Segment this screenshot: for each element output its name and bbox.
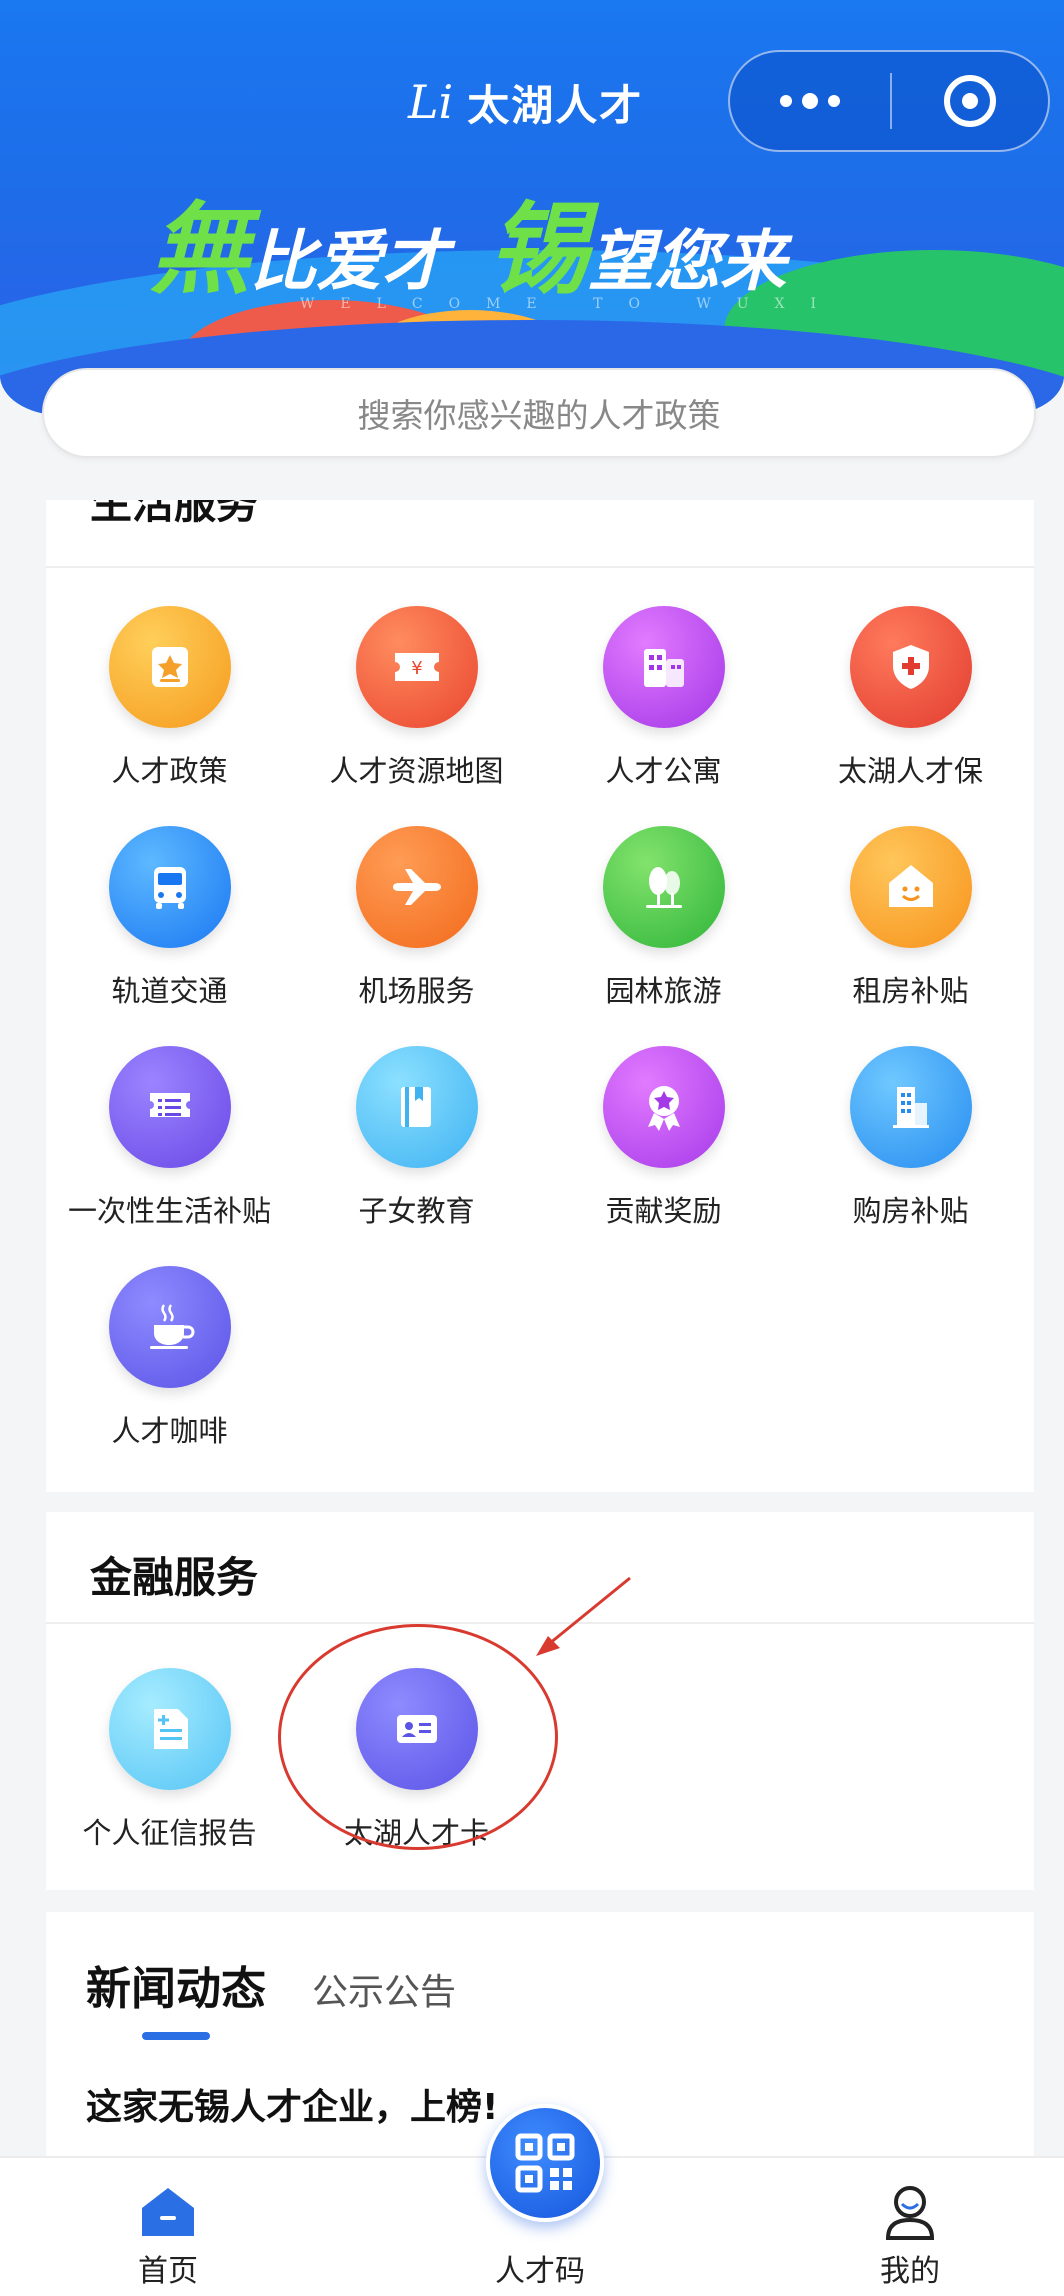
service-label: 园林旅游 [605,974,722,1008]
annotation-arrow-icon [536,1576,631,1656]
slogan-part-4: 望您来 [588,222,786,300]
service-label: 人才资源地图 [329,754,504,788]
service-label: 机场服务 [358,974,475,1008]
home-icon [142,2188,194,2236]
app-title: 太湖人才 [467,80,644,130]
service-airport[interactable]: 机场服务 [293,826,540,1016]
service-label: 购房补贴 [852,1194,969,1228]
miniprogram-capsule [728,50,1050,152]
qr-code-icon [515,2133,575,2193]
close-miniprogram-button[interactable] [892,52,1048,150]
list-icon [108,1046,231,1168]
life-services-card: 生活服务 人才政策 ¥ 人才资源地图 人才公寓 太湖人才保 轨道交通 机场服务 … [46,500,1034,1492]
service-child-education[interactable]: 子女教育 [293,1046,540,1236]
section-title: 金融服务 [90,1553,259,1602]
dot-icon [802,93,818,109]
service-contribution-reward[interactable]: 贡献奖励 [540,1046,787,1236]
service-label: 太湖人才保 [837,754,983,788]
tree-icon [602,826,725,948]
service-living-subsidy[interactable]: 一次性生活补贴 [46,1046,293,1236]
service-label: 子女教育 [358,1194,475,1228]
nav-mine-label: 我的 [880,2254,940,2289]
section-title: 生活服务 [90,500,259,528]
news-headline[interactable]: 这家无锡人才企业，上榜! [86,2078,498,2130]
service-garden-tour[interactable]: 园林旅游 [540,826,787,1016]
service-rail-transit[interactable]: 轨道交通 [46,826,293,1016]
slogan-part-3: 锡 [488,190,588,308]
tab-news[interactable]: 新闻动态 [86,1952,266,2040]
nav-mine[interactable]: 我的 [800,2158,1020,2296]
profile-icon [885,2186,935,2240]
building-icon [602,606,725,728]
tab-announcements[interactable]: 公示公告 [312,1963,456,2015]
dot-icon [780,95,792,107]
house-icon [849,826,972,948]
slogan-part-1: 無 [150,190,250,308]
coffee-icon [108,1266,231,1388]
highlight-annotation-circle [278,1624,558,1850]
nav-qr-label: 人才码 [495,2254,585,2289]
service-house-subsidy[interactable]: 购房补贴 [787,1046,1034,1236]
app-logo-icon: Li [408,75,454,129]
office-icon [849,1046,972,1168]
service-label: 一次性生活补贴 [67,1194,271,1228]
news-tabs: 新闻动态 公示公告 [86,1952,456,2040]
qr-code-button[interactable] [486,2104,604,2222]
service-label: 人才公寓 [605,754,722,788]
service-talent-coffee[interactable]: 人才咖啡 [46,1266,293,1456]
policy-icon [108,606,231,728]
dot-icon [828,95,840,107]
report-icon [108,1668,231,1790]
shield-icon [849,606,972,728]
service-rent-subsidy[interactable]: 租房补贴 [787,826,1034,1016]
slogan: 無 比爱才 锡 望您来 [150,168,786,308]
nav-home-label: 首页 [138,2254,198,2289]
service-label: 租房补贴 [852,974,969,1008]
book-icon [355,1046,478,1168]
service-talent-apartment[interactable]: 人才公寓 [540,606,787,796]
bus-icon [108,826,231,948]
more-menu-button[interactable] [730,52,890,150]
service-taihu-insurance[interactable]: 太湖人才保 [787,606,1034,796]
app-title-bar: Li 太湖人才 [408,72,643,132]
welcome-text: WELCOME TO WUXI [300,296,843,312]
service-label: 人才政策 [111,754,228,788]
nav-home[interactable]: 首页 [58,2158,278,2296]
service-label: 轨道交通 [111,974,228,1008]
service-talent-policy[interactable]: 人才政策 [46,606,293,796]
ticket-icon: ¥ [355,606,478,728]
plane-icon [355,826,478,948]
medal-icon [602,1046,725,1168]
target-icon [944,75,996,127]
section-header: 生活服务 [46,500,1034,568]
header-banner: Li 太湖人才 無 比爱才 锡 望您来 WELCOME TO WUXI [0,0,1064,415]
service-credit-report[interactable]: 个人征信报告 [46,1668,293,1858]
service-label: 个人征信报告 [82,1816,257,1850]
svg-text:¥: ¥ [411,658,422,679]
slogan-part-2: 比爱才 [250,222,448,300]
search-input[interactable]: 搜索你感兴趣的人才政策 [42,368,1036,458]
service-label: 贡献奖励 [605,1194,722,1228]
service-label: 人才咖啡 [111,1414,228,1448]
service-talent-map[interactable]: ¥ 人才资源地图 [293,606,540,796]
